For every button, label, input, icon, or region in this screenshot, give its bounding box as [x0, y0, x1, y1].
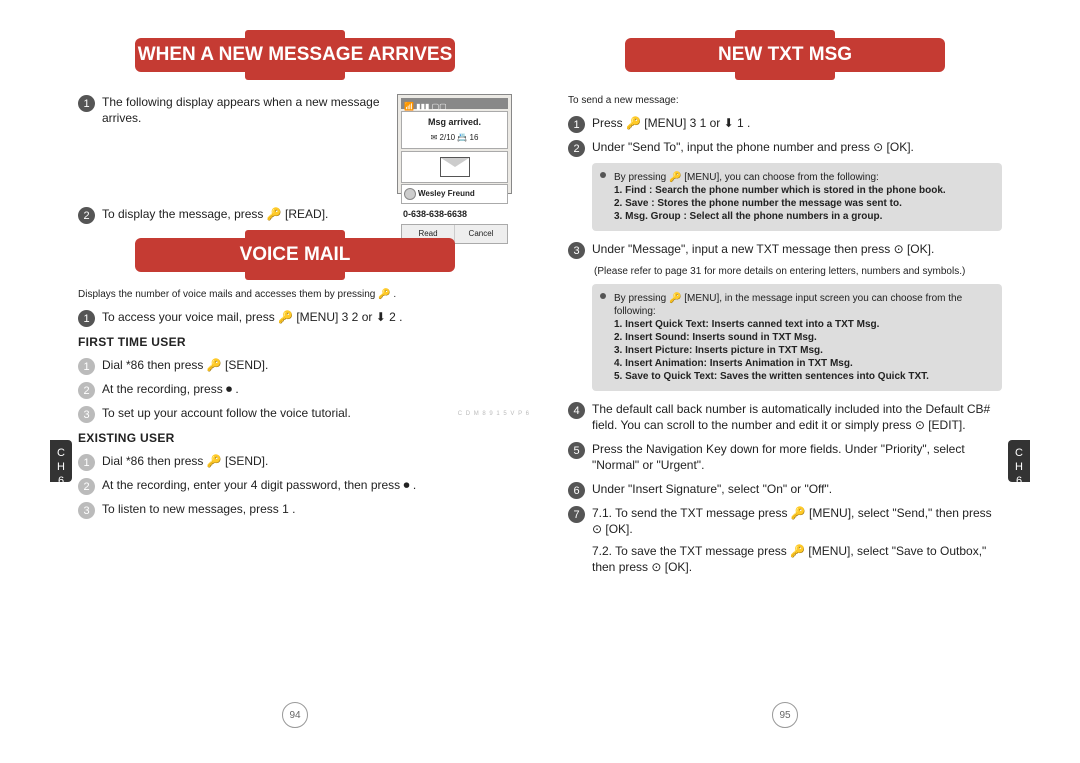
txt-step-1: 1 Press 🔑 [MENU] 3 1 or ⬇ 1 . [568, 115, 1002, 131]
infobox-item: 5. Save to Quick Text: Saves the written… [614, 370, 992, 383]
header-title: WHEN A NEW MESSAGE ARRIVES [135, 38, 455, 72]
softkey-cancel: Cancel [455, 225, 507, 243]
step-text: At the recording, enter your 4 digit pas… [102, 478, 416, 492]
step3-note: (Please refer to page 31 for more detail… [594, 265, 1002, 278]
substep-number-1: 1 [78, 358, 95, 375]
info-box-sendto-menu: By pressing 🔑 [MENU], you can choose fro… [592, 163, 1002, 231]
manual-spread: C H 6 WHEN A NEW MESSAGE ARRIVES 1 📶 ▮▮▮… [0, 0, 1080, 763]
txt-step-7: 7 7.1. To send the TXT message press 🔑 [… [568, 505, 1002, 575]
step-text: Dial *86 then press 🔑 [SEND]. [102, 454, 268, 468]
intro-line: To send a new message: [568, 94, 1002, 107]
header-title: VOICE MAIL [135, 238, 455, 272]
chapter-number: 6 [50, 474, 72, 488]
infobox-item: 4. Insert Animation: Inserts Animation i… [614, 357, 992, 370]
page-number-right: 95 [772, 702, 798, 728]
chapter-label: C H [1008, 446, 1030, 474]
infobox-item: 2. Save : Stores the phone number the me… [614, 197, 992, 210]
bullet-icon [600, 293, 606, 299]
step-number-4: 4 [568, 402, 585, 419]
section-header-new-txt: NEW TXT MSG [625, 30, 945, 80]
infobox-lead: By pressing 🔑 [MENU], in the message inp… [614, 292, 992, 318]
chapter-label: C H [50, 446, 72, 474]
chapter-tab-left: C H 6 [50, 440, 72, 482]
step-number-3: 3 [568, 242, 585, 259]
step-text: Press 🔑 [MENU] 3 1 or ⬇ 1 . [592, 116, 750, 130]
txt-step-6: 6 Under "Insert Signature", select "On" … [568, 481, 1002, 497]
step-number-2: 2 [568, 140, 585, 157]
phone-msg-title: Msg arrived. [404, 114, 505, 130]
page-right: C H 6 NEW TXT MSG To send a new message:… [540, 20, 1030, 740]
page-number-left: 94 [282, 702, 308, 728]
page-left: C H 6 WHEN A NEW MESSAGE ARRIVES 1 📶 ▮▮▮… [50, 20, 540, 740]
txt-step-2: 2 Under "Send To", input the phone numbe… [568, 139, 1002, 155]
bullet-icon [600, 172, 606, 178]
first-step-1: 1 Dial *86 then press 🔑 [SEND]. [78, 357, 512, 373]
step-text: To access your voice mail, press 🔑 [MENU… [102, 310, 402, 324]
step-number-2: 2 [78, 207, 95, 224]
first-step-3: 3 To set up your account follow the voic… [78, 405, 512, 421]
txt-step-3: 3 Under "Message", input a new TXT messa… [568, 241, 1002, 257]
infobox-item: 1. Insert Quick Text: Inserts canned tex… [614, 318, 992, 331]
step-text: To set up your account follow the voice … [102, 406, 351, 420]
infobox-item: 1. Find : Search the phone number which … [614, 184, 992, 197]
step-text: Press the Navigation Key down for more f… [592, 442, 965, 472]
first-step-2: 2 At the recording, press ⏺ . [78, 381, 512, 397]
exist-step-2: 2 At the recording, enter your 4 digit p… [78, 477, 512, 493]
subheading-first-time: FIRST TIME USER [78, 335, 512, 349]
chapter-number: 6 [1008, 474, 1030, 488]
txt-step-5: 5 Press the Navigation Key down for more… [568, 441, 1002, 473]
txt-step-4: 4 The default call back number is automa… [568, 401, 1002, 433]
vm-step-1: 1 To access your voice mail, press 🔑 [ME… [78, 309, 512, 325]
step-number-1: 1 [78, 310, 95, 327]
envelope-icon [401, 151, 508, 183]
step-number-1: 1 [568, 116, 585, 133]
step-text: 7.1. To send the TXT message press 🔑 [ME… [592, 506, 992, 536]
step-number-5: 5 [568, 442, 585, 459]
substep-number-3: 3 [78, 502, 95, 519]
step-text: Under "Send To", input the phone number … [592, 140, 914, 154]
substep-number-1: 1 [78, 454, 95, 471]
step-1: 1 📶 ▮▮▮ ▢▢ Msg arrived. ✉ 2/10 📇 16 Wesl… [78, 94, 512, 198]
step-text-b: 7.2. To save the TXT message press 🔑 [ME… [592, 544, 986, 574]
substep-number-2: 2 [78, 478, 95, 495]
step-number-7: 7 [568, 506, 585, 523]
step-text: Dial *86 then press 🔑 [SEND]. [102, 358, 268, 372]
phone-statusbar: 📶 ▮▮▮ ▢▢ [401, 98, 508, 109]
step-number-6: 6 [568, 482, 585, 499]
substep-number-3: 3 [78, 406, 95, 423]
side-model-code: C D M 8 9 1 5 V P 6 [458, 410, 530, 418]
voicemail-intro: Displays the number of voice mails and a… [78, 288, 512, 301]
section-header-new-message: WHEN A NEW MESSAGE ARRIVES [135, 30, 455, 80]
step-text: At the recording, press ⏺ . [102, 382, 239, 396]
step-text: To listen to new messages, press 1 . [102, 502, 295, 516]
substep-number-2: 2 [78, 382, 95, 399]
exist-step-1: 1 Dial *86 then press 🔑 [SEND]. [78, 453, 512, 469]
phone-screen-illustration: 📶 ▮▮▮ ▢▢ Msg arrived. ✉ 2/10 📇 16 Wesley… [397, 94, 512, 194]
phone-msg-counts: ✉ 2/10 📇 16 [404, 130, 505, 146]
step-text: Under "Message", input a new TXT message… [592, 242, 934, 256]
two-page-spread: C H 6 WHEN A NEW MESSAGE ARRIVES 1 📶 ▮▮▮… [50, 20, 1030, 740]
chapter-tab-right: C H 6 [1008, 440, 1030, 482]
phone-from-line: Wesley Freund [401, 184, 508, 204]
infobox-item: 3. Msg. Group : Select all the phone num… [614, 210, 992, 223]
step-2: 2 To display the message, press 🔑 [READ]… [78, 206, 512, 222]
section-header-voicemail: VOICE MAIL [135, 230, 455, 280]
exist-step-3: 3 To listen to new messages, press 1 . [78, 501, 512, 517]
step-text: Under "Insert Signature", select "On" or… [592, 482, 832, 496]
infobox-lead: By pressing 🔑 [MENU], you can choose fro… [614, 171, 992, 184]
step-text: To display the message, press 🔑 [READ]. [102, 207, 328, 221]
infobox-item: 2. Insert Sound: Inserts sound in TXT Ms… [614, 331, 992, 344]
step-text: The default call back number is automati… [592, 402, 990, 432]
step-number-1: 1 [78, 95, 95, 112]
subheading-existing: EXISTING USER [78, 431, 512, 445]
header-title: NEW TXT MSG [625, 38, 945, 72]
infobox-item: 3. Insert Picture: Inserts picture in TX… [614, 344, 992, 357]
info-box-message-menu: By pressing 🔑 [MENU], in the message inp… [592, 284, 1002, 391]
step-text: The following display appears when a new… [102, 95, 380, 125]
